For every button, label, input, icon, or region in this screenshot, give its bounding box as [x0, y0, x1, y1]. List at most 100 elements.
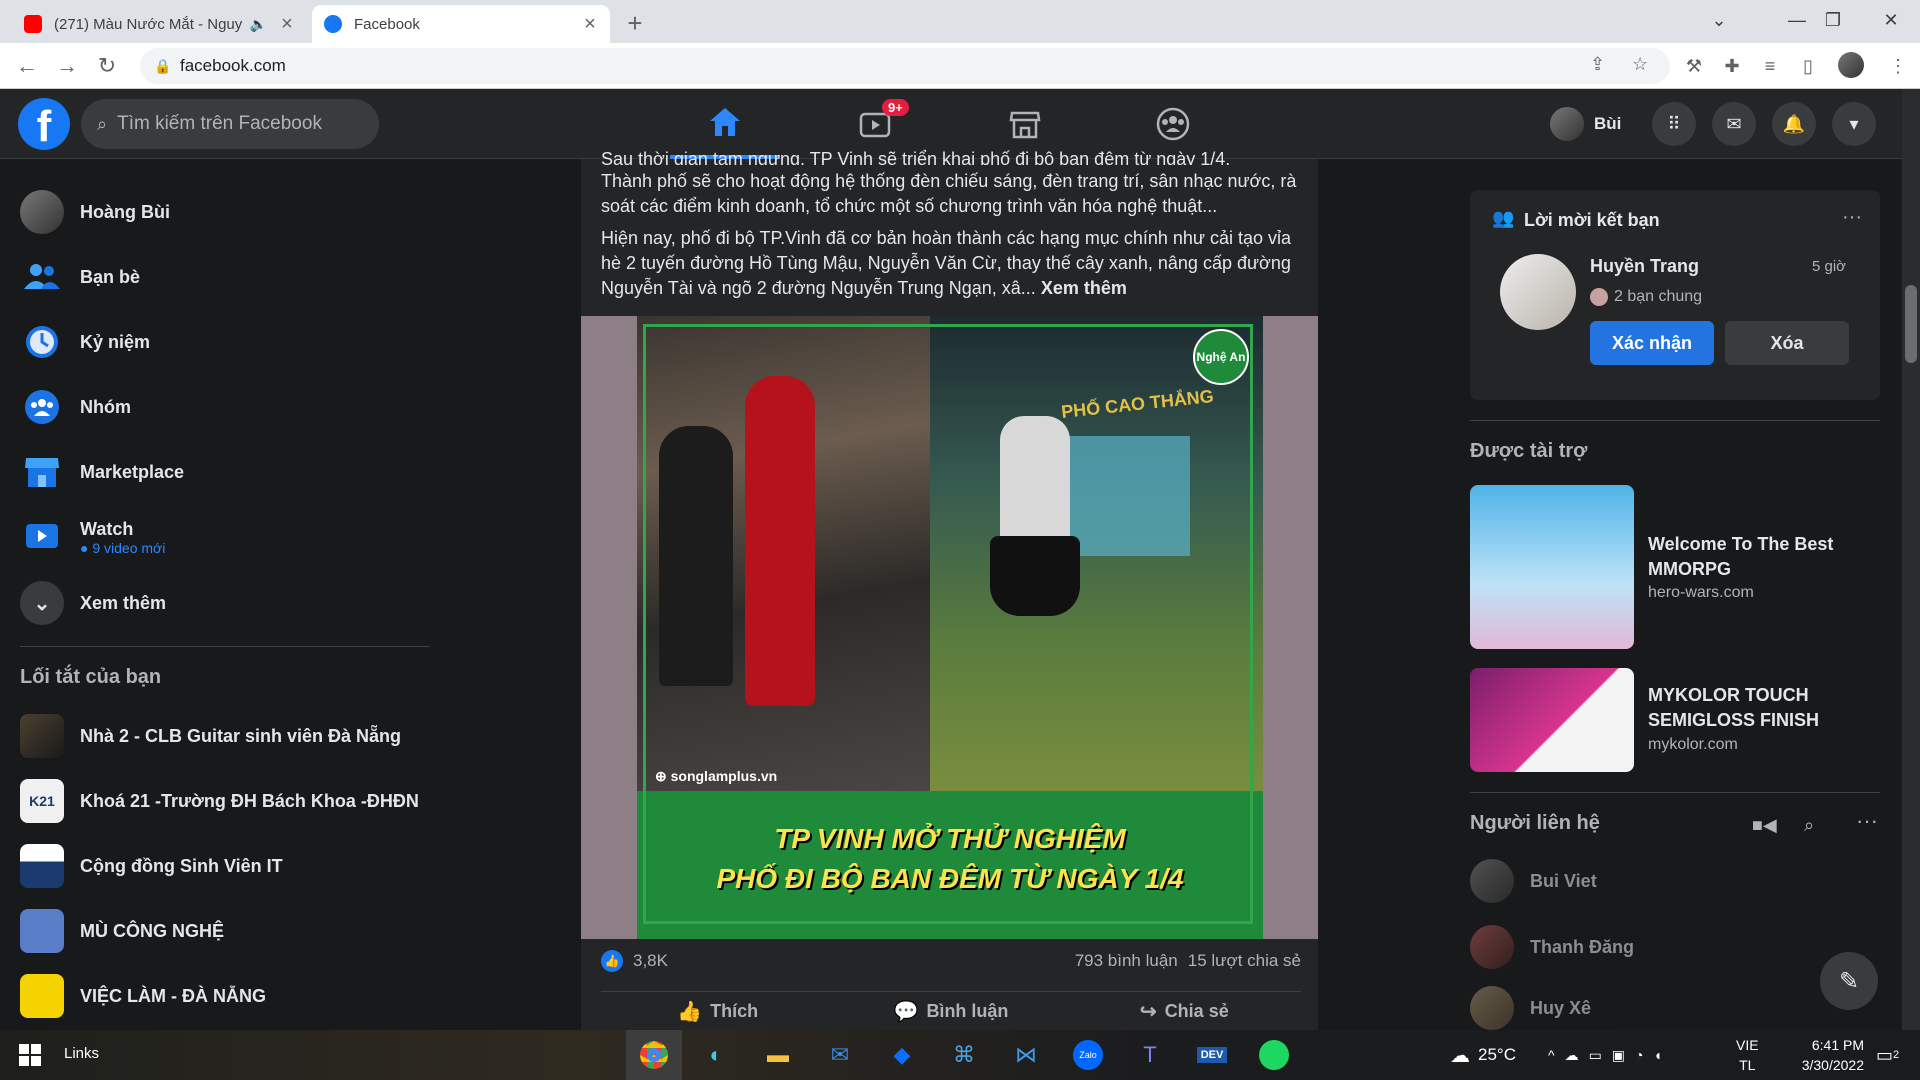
new-room-video-icon[interactable]: ■◀: [1752, 815, 1777, 836]
tab-facebook[interactable]: Facebook ×: [312, 5, 610, 43]
spotify-icon[interactable]: [1246, 1030, 1302, 1080]
media-control-icon[interactable]: ≡: [1756, 52, 1784, 80]
comment-button[interactable]: 💬 Bình luận: [834, 992, 1067, 1031]
contact-item[interactable]: Bui Viet: [1470, 856, 1597, 906]
tab-title: (271) Màu Nước Mắt - Nguy: [54, 15, 243, 33]
like-button[interactable]: 👍 Thích: [601, 992, 834, 1031]
shortcut-label: Cộng đồng Sinh Viên IT: [80, 855, 283, 876]
request-time: 5 giờ: [1812, 258, 1847, 275]
windows-start-icon[interactable]: [2, 1030, 58, 1080]
share-count[interactable]: 15 lượt chia sẻ: [1188, 951, 1301, 971]
extensions-puzzle-icon[interactable]: ✚: [1718, 52, 1746, 80]
comment-count[interactable]: 793 bình luận: [1075, 951, 1178, 971]
dev-icon[interactable]: DEV: [1184, 1030, 1240, 1080]
dropbox-icon[interactable]: ◆: [874, 1030, 930, 1080]
sidebar-item-memories[interactable]: Kỷ niệm: [20, 314, 150, 370]
back-button[interactable]: ←: [12, 51, 42, 81]
links-toolbar[interactable]: Links: [64, 1045, 99, 1062]
mutual-friends[interactable]: 2 bạn chung: [1590, 288, 1702, 306]
more-options-icon[interactable]: ···: [1856, 808, 1878, 834]
sidebar-item-label: Hoàng Bùi: [80, 201, 170, 222]
close-window-button[interactable]: ✕: [1868, 0, 1914, 40]
sidebar-item-watch[interactable]: Watch ● 9 video mới: [20, 509, 165, 565]
menu-grid-icon[interactable]: ⠿: [1652, 102, 1696, 146]
group-thumbnail: [20, 714, 64, 758]
extension-hammer-icon[interactable]: ⚒: [1680, 52, 1708, 80]
friend-request-card: 👥 Lời mời kết bạn ··· Huyền Trang 5 giờ …: [1470, 190, 1880, 400]
new-message-compose-icon[interactable]: ✎: [1820, 952, 1878, 1010]
search-contacts-icon[interactable]: ⌕: [1804, 815, 1814, 836]
url-text: facebook.com: [180, 56, 286, 75]
system-tray-icons[interactable]: ^☁▭▣◔◖: [1548, 1030, 1672, 1080]
url-bar[interactable]: 🔒 facebook.com ⇪ ☆: [140, 48, 1670, 84]
teams-icon[interactable]: T: [1122, 1030, 1178, 1080]
profile-avatar[interactable]: [1838, 52, 1866, 80]
lang-code: VIE: [1736, 1037, 1759, 1053]
chrome-taskbar-icon[interactable]: [626, 1030, 682, 1080]
shortcut-item[interactable]: Cộng đồng Sinh Viên IT: [20, 838, 283, 894]
tab-search-icon[interactable]: ⌄: [1696, 0, 1742, 40]
clock[interactable]: 6:41 PM 3/30/2022: [1784, 1030, 1864, 1080]
see-more-link[interactable]: Xem thêm: [1041, 278, 1127, 298]
requester-avatar[interactable]: [1500, 254, 1576, 330]
shortcut-item[interactable]: Nhà 2 - CLB Guitar sinh viên Đà Nẵng: [20, 708, 401, 764]
close-tab-icon[interactable]: ×: [578, 13, 602, 36]
sidebar-item-watch-text: Watch ● 9 video mới: [80, 519, 165, 556]
vscode-icon[interactable]: ⋈: [998, 1030, 1054, 1080]
confirm-button[interactable]: Xác nhận: [1590, 321, 1714, 365]
share-button[interactable]: ↪ Chia sẻ: [1068, 992, 1301, 1031]
search-input[interactable]: ⌕ Tìm kiếm trên Facebook: [81, 99, 379, 149]
mail-icon[interactable]: ✉: [812, 1030, 868, 1080]
browser-menu-icon[interactable]: ⋮: [1884, 52, 1912, 80]
marketplace-icon: [20, 450, 64, 494]
account-dropdown-icon[interactable]: ▾: [1832, 102, 1876, 146]
notifications-bell-icon[interactable]: 🔔: [1772, 102, 1816, 146]
more-options-icon[interactable]: ···: [1842, 206, 1862, 229]
store-icon[interactable]: ⌘: [936, 1030, 992, 1080]
scrollbar-thumb[interactable]: [1905, 285, 1917, 363]
shortcut-item[interactable]: K21 Khoá 21 -Trường ĐH Bách Khoa -ĐHĐN: [20, 773, 419, 829]
delete-button[interactable]: Xóa: [1725, 321, 1849, 365]
file-explorer-icon[interactable]: ▬: [750, 1030, 806, 1080]
messenger-icon[interactable]: ✉: [1712, 102, 1756, 146]
search-placeholder: Tìm kiếm trên Facebook: [117, 113, 322, 134]
shortcut-item[interactable]: VIỆC LÀM - ĐÀ NẴNG: [20, 968, 266, 1024]
post-image[interactable]: PHỐ CAO THẮNG Nghệ An ⊕ songlamplus.vn T…: [581, 316, 1318, 939]
zalo-icon[interactable]: Zalo: [1060, 1030, 1116, 1080]
sidebar-item-marketplace[interactable]: Marketplace: [20, 444, 184, 500]
contact-item[interactable]: Thanh Đăng: [1470, 922, 1634, 972]
shortcut-item[interactable]: MÙ CÔNG NGHỆ: [20, 903, 224, 959]
tab-youtube[interactable]: (271) Màu Nước Mắt - Nguy 🔈 ×: [12, 5, 307, 43]
edge-taskbar-icon[interactable]: ◐: [688, 1030, 744, 1080]
like-reaction-icon[interactable]: 👍: [601, 950, 623, 972]
sidebar-see-more[interactable]: ⌄ Xem thêm: [20, 575, 166, 631]
sidebar-item-friends[interactable]: Bạn bè: [20, 249, 140, 305]
profile-chip[interactable]: Bùi: [1550, 102, 1621, 146]
lock-icon[interactable]: 🔒: [154, 58, 171, 75]
new-tab-button[interactable]: +: [620, 8, 650, 39]
sponsored-ad[interactable]: Welcome To The Best MMORPG hero-wars.com: [1470, 485, 1880, 649]
bookmark-star-icon[interactable]: ☆: [1632, 54, 1648, 75]
language-indicator[interactable]: VIE TL: [1736, 1030, 1759, 1080]
reaction-count[interactable]: 3,8K: [633, 951, 668, 971]
thumbs-up-icon: 👍: [677, 1001, 703, 1023]
notification-center-icon[interactable]: ▭ 2: [1876, 1030, 1899, 1080]
reload-button[interactable]: ↻: [92, 51, 122, 81]
close-tab-icon[interactable]: ×: [275, 13, 299, 36]
contacts-heading: Người liên hệ: [1470, 812, 1600, 834]
weather-widget[interactable]: ☁ 25°C: [1450, 1030, 1516, 1080]
sponsored-ad[interactable]: MYKOLOR TOUCH SEMIGLOSS FINISH mykolor.c…: [1470, 668, 1880, 772]
requester-name[interactable]: Huyền Trang: [1590, 256, 1699, 277]
restore-button[interactable]: ❐: [1810, 0, 1856, 40]
share-icon[interactable]: ⇪: [1590, 54, 1605, 75]
post-actions: 👍 Thích 💬 Bình luận ↪ Chia sẻ: [601, 991, 1301, 1031]
facebook-logo[interactable]: f: [18, 98, 70, 151]
forward-button[interactable]: →: [52, 51, 82, 81]
sidebar-item-groups[interactable]: Nhóm: [20, 379, 131, 435]
side-panel-icon[interactable]: ▯: [1794, 52, 1822, 80]
page-scrollbar[interactable]: [1902, 89, 1920, 1030]
speaker-icon[interactable]: 🔈: [250, 16, 267, 33]
contact-item[interactable]: Huy Xê: [1470, 986, 1591, 1030]
youtube-favicon-icon: [24, 15, 42, 33]
sidebar-item-profile[interactable]: Hoàng Bùi: [20, 184, 170, 240]
